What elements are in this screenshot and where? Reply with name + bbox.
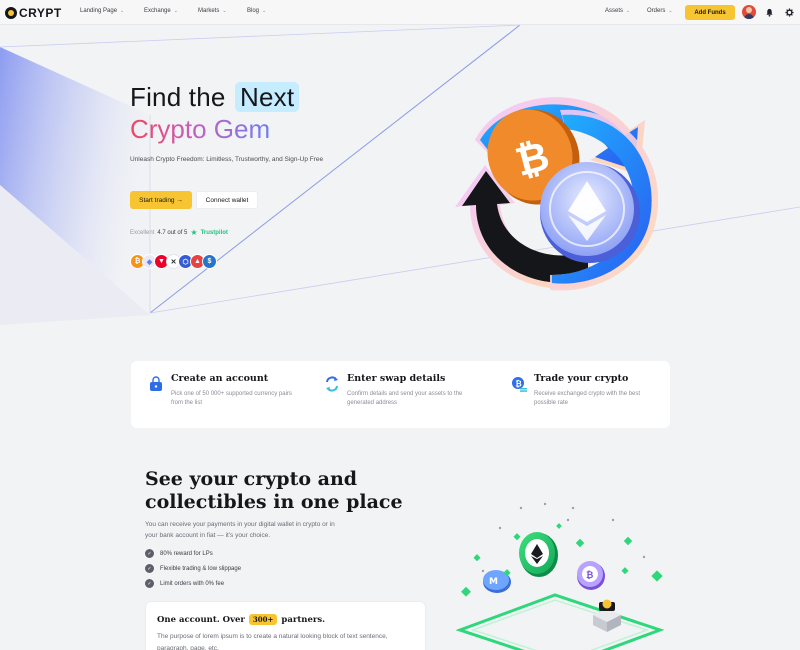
step-description: Confirm details and send your assets to …: [347, 391, 463, 406]
feature-label: 80% reward for LPs: [160, 550, 213, 557]
chevron-down-icon: ⌄: [262, 8, 267, 14]
collectibles-title: See your crypto and collectibles in one …: [145, 468, 403, 513]
supported-coins: ₿ ◆ ▼ ✕ ⬡ ▲ $: [130, 254, 217, 270]
how-it-works-card: Create an account Pick one of 50 000+ su…: [131, 361, 670, 428]
rating-prefix: Excellent: [130, 229, 155, 236]
svg-text:M: M: [489, 577, 498, 587]
chevron-down-icon: ⌄: [626, 8, 631, 14]
ethereum-coin: [540, 162, 640, 263]
chevron-down-icon: ⌄: [120, 8, 125, 14]
nav-item-blog[interactable]: Blog ⌄: [247, 8, 266, 14]
add-funds-button[interactable]: Add Funds: [685, 5, 735, 20]
trustpilot-rating: Excellent 4.7 out of 5 ★ Trustpilot: [130, 228, 228, 237]
nav-item-markets[interactable]: Markets ⌄: [198, 8, 227, 14]
hero-subtitle: Unleash Crypto Freedom: Limitless, Trust…: [130, 156, 324, 163]
partners-title-suffix: partners.: [281, 614, 326, 625]
trustpilot-logo: Trustpilot: [200, 229, 228, 236]
feature-label: Flexible trading & low slippage: [160, 565, 242, 572]
svg-text:₿: ₿: [515, 379, 522, 388]
step-description: Receive exchanged crypto with the best p…: [534, 391, 641, 406]
nav-item-exchange[interactable]: Exchange ⌄: [144, 8, 178, 14]
usdc-icon: $: [202, 254, 217, 269]
nav-item-label: Blog: [247, 8, 260, 14]
svg-text:₿: ₿: [586, 570, 593, 581]
hero-title-highlight: Next: [234, 82, 300, 112]
nav-item-label: Markets: [198, 8, 220, 14]
top-navbar: CRYPT Landing Page ⌄ Exchange ⌄ Markets …: [0, 0, 800, 25]
nav-item-label: Assets: [605, 8, 624, 14]
step-title: Trade your crypto: [534, 373, 629, 384]
hero-title-gradient: Crypto Gem: [130, 114, 271, 144]
nav-item-orders[interactable]: Orders ⌄: [647, 8, 673, 14]
collectibles-illustration: M ₿: [455, 502, 665, 650]
collectibles-description: You can receive your payments in your di…: [145, 521, 335, 540]
start-trading-button[interactable]: Start trading →: [130, 191, 192, 209]
partners-description: The purpose of lorem ipsum is to create …: [157, 633, 388, 650]
logo-text: CRYPT: [19, 6, 62, 20]
partners-title: One account. Over 300+ partners.: [157, 614, 325, 625]
hero-title: Find the Next: [130, 82, 300, 113]
partners-count-badge: 300+: [248, 614, 278, 625]
hero-background: [0, 25, 800, 325]
check-icon: ✓: [145, 549, 154, 558]
bell-icon[interactable]: [764, 7, 774, 17]
check-icon: ✓: [145, 579, 154, 588]
hero-title-text: Find the: [130, 82, 226, 112]
step-description: Pick one of 50 000+ supported currency p…: [171, 391, 292, 406]
feature-item: ✓ 80% reward for LPs: [145, 549, 213, 558]
check-icon: ✓: [145, 564, 154, 573]
chevron-down-icon: ⌄: [173, 8, 178, 14]
feature-label: Limit orders with 0% fee: [160, 580, 225, 587]
star-icon: ★: [190, 228, 198, 237]
nav-item-label: Orders: [647, 8, 666, 14]
avatar[interactable]: [742, 5, 756, 19]
gear-icon[interactable]: [784, 7, 794, 17]
rating-score: 4.7 out of 5: [157, 229, 188, 236]
nav-item-landing-page[interactable]: Landing Page ⌄: [80, 8, 124, 14]
swap-icon: [326, 376, 338, 392]
chevron-down-icon: ⌄: [222, 8, 227, 14]
partners-title-prefix: One account. Over: [157, 614, 245, 625]
connect-wallet-button[interactable]: Connect wallet: [196, 191, 258, 209]
step-title: Create an account: [171, 373, 269, 384]
nav-item-label: Landing Page: [80, 8, 118, 14]
partners-card: One account. Over 300+ partners. The pur…: [145, 601, 426, 650]
step-title: Enter swap details: [347, 373, 446, 384]
chevron-down-icon: ⌄: [668, 8, 673, 14]
feature-item: ✓ Limit orders with 0% fee: [145, 579, 224, 588]
nav-item-assets[interactable]: Assets ⌄: [605, 8, 630, 14]
logo-icon: [5, 7, 17, 19]
nav-item-label: Exchange: [144, 8, 171, 14]
crypto-swap-illustration: ₿: [455, 97, 659, 291]
feature-item: ✓ Flexible trading & low slippage: [145, 564, 241, 573]
bitcoin-exchange-icon: ₿: [512, 377, 527, 392]
logo[interactable]: CRYPT: [5, 6, 62, 20]
wallet-icon: [150, 376, 162, 391]
